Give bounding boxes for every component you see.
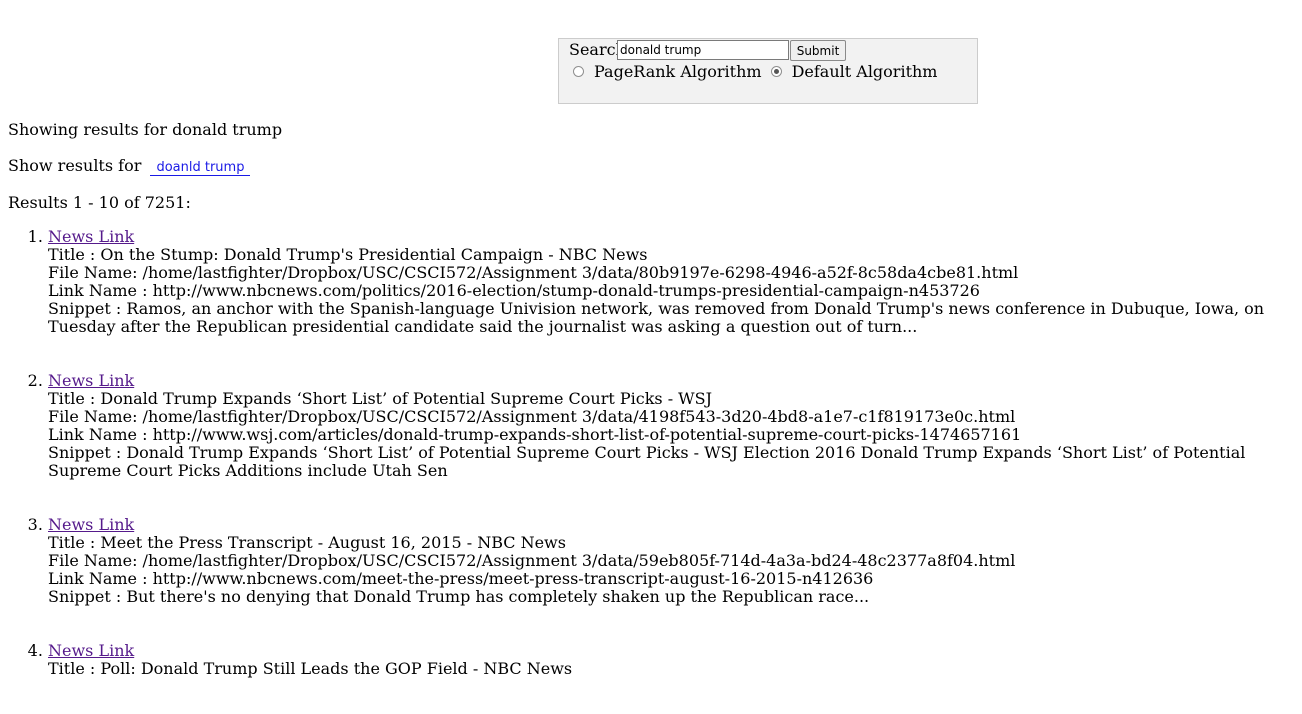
- show-results-for-label: Show results for: [8, 156, 142, 175]
- result-file-name: File Name: /home/lastfighter/Dropbox/USC…: [48, 407, 1016, 426]
- spelling-suggestion: Show results for doanld trump: [8, 156, 251, 176]
- result-snippet: Snippet : Ramos, an anchor with the Span…: [48, 299, 1265, 336]
- news-link[interactable]: News Link: [48, 642, 1294, 660]
- default-radio[interactable]: [770, 65, 782, 77]
- result-item: News Link Title : Poll: Donald Trump Sti…: [48, 642, 1294, 678]
- result-file-name: File Name: /home/lastfighter/Dropbox/USC…: [48, 263, 1019, 282]
- result-link-name: Link Name : http://www.wsj.com/articles/…: [48, 425, 1022, 444]
- news-link[interactable]: News Link: [48, 372, 1294, 390]
- news-link[interactable]: News Link: [48, 228, 1294, 246]
- result-snippet: Snippet : But there's no denying that Do…: [48, 587, 870, 606]
- result-title: Title : Poll: Donald Trump Still Leads t…: [48, 659, 573, 678]
- pagerank-radio[interactable]: [573, 65, 584, 77]
- result-file-name: File Name: /home/lastfighter/Dropbox/USC…: [48, 551, 1016, 570]
- search-input[interactable]: [617, 40, 789, 60]
- news-link[interactable]: News Link: [48, 516, 1294, 534]
- showing-results-text: Showing results for donald trump: [8, 120, 283, 139]
- result-link-name: Link Name : http://www.nbcnews.com/meet-…: [48, 569, 874, 588]
- result-title: Title : Donald Trump Expands ‘Short List…: [48, 389, 712, 408]
- result-item: News Link Title : Donald Trump Expands ‘…: [48, 372, 1294, 480]
- result-item: News Link Title : On the Stump: Donald T…: [48, 228, 1294, 336]
- result-title: Title : Meet the Press Transcript - Augu…: [48, 533, 566, 552]
- result-item: News Link Title : Meet the Press Transcr…: [48, 516, 1294, 606]
- default-radio-label[interactable]: Default Algorithm: [792, 62, 938, 81]
- result-snippet: Snippet : Donald Trump Expands ‘Short Li…: [48, 443, 1246, 480]
- submit-button[interactable]: Submit: [790, 40, 846, 61]
- algorithm-options: PageRank Algorithm Default Algorithm: [573, 62, 946, 81]
- result-title: Title : On the Stump: Donald Trump's Pre…: [48, 245, 648, 264]
- search-form: Search: Submit PageRank Algorithm Defaul…: [558, 38, 978, 104]
- results-count: Results 1 - 10 of 7251:: [8, 193, 191, 212]
- result-link-name: Link Name : http://www.nbcnews.com/polit…: [48, 281, 980, 300]
- pagerank-radio-label[interactable]: PageRank Algorithm: [594, 62, 762, 81]
- suggestion-button[interactable]: doanld trump: [150, 159, 251, 176]
- results-list: News Link Title : On the Stump: Donald T…: [8, 228, 1294, 714]
